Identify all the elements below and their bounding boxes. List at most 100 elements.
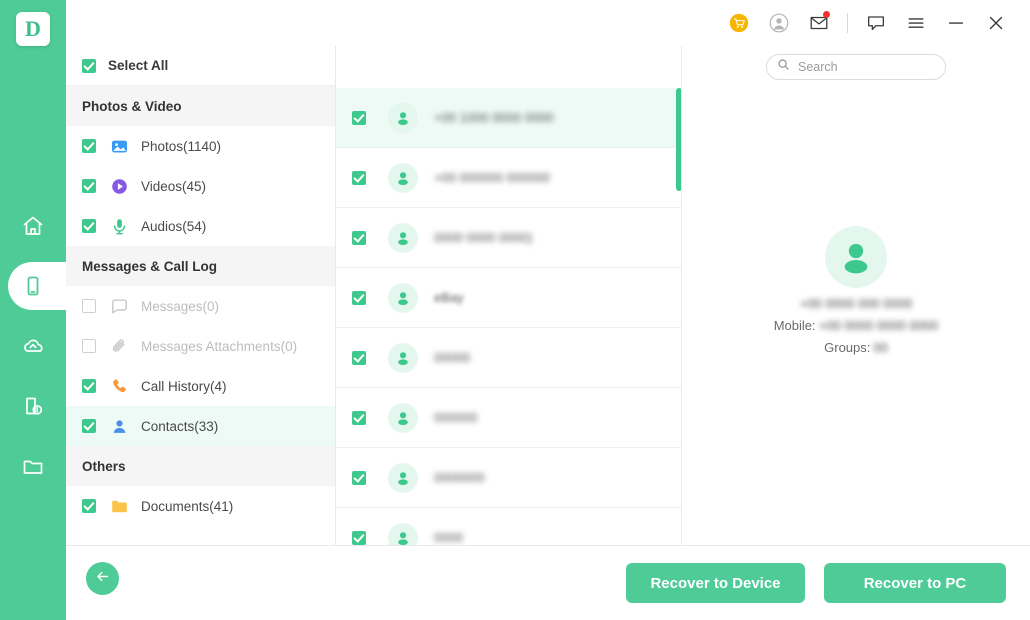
sidebar-item-label: Photos(1140)	[141, 138, 222, 154]
select-all-checkbox[interactable]	[82, 58, 96, 73]
account-icon[interactable]	[759, 3, 799, 43]
documents-icon	[109, 496, 129, 516]
sidebar-item-label: Contacts(33)	[141, 418, 219, 434]
sidebar-item-label: Videos(45)	[141, 178, 207, 194]
avatar	[388, 222, 418, 253]
row-checkbox[interactable]	[352, 530, 366, 545]
avatar	[388, 522, 418, 545]
sidebar-item-videos[interactable]: Videos(45)	[66, 166, 335, 206]
menu-icon[interactable]	[896, 3, 936, 43]
left-nav-rail: D	[0, 0, 74, 620]
sidebar-item-documents[interactable]: Documents(41)	[66, 486, 335, 526]
rail-item-cloud[interactable]	[0, 316, 66, 376]
row-checkbox[interactable]	[352, 410, 366, 425]
messages-checkbox[interactable]	[82, 299, 96, 313]
sidebar-item-messages[interactable]: Messages(0)	[66, 286, 335, 326]
rail-nav-list	[0, 196, 74, 496]
groups-label: Groups:	[824, 340, 871, 355]
select-all-row[interactable]: Select All	[66, 46, 335, 86]
group-header-others: Others	[66, 446, 335, 486]
sidebar-item-label: Messages(0)	[141, 298, 220, 314]
row-checkbox[interactable]	[352, 230, 366, 245]
row-checkbox[interactable]	[352, 470, 366, 485]
recover-to-pc-button[interactable]: Recover to PC	[824, 563, 1006, 603]
row-checkbox[interactable]	[352, 110, 366, 125]
table-row[interactable]: 00000	[336, 328, 681, 388]
contacts-checkbox[interactable]	[82, 419, 96, 433]
mobile-label: Mobile:	[773, 318, 816, 333]
avatar	[388, 102, 418, 133]
contact-list: +00 1000 0000 0000 +00 000000 000000 000…	[336, 46, 682, 545]
table-row[interactable]: eBay	[336, 268, 681, 328]
contact-detail-title: +00 0000 000 0000	[799, 296, 913, 311]
search-input[interactable]	[798, 60, 928, 74]
footer-bar: Recover to Device Recover to PC	[66, 545, 1030, 620]
audios-icon	[109, 216, 129, 236]
app-logo-letter: D	[25, 16, 41, 41]
contact-name: 0000 0000 0000)	[434, 230, 533, 245]
sidebar-item-contacts[interactable]: Contacts(33)	[66, 406, 335, 446]
mail-badge-dot	[823, 11, 830, 18]
close-icon[interactable]	[976, 3, 1016, 43]
contact-name: 0000000	[434, 470, 485, 485]
rail-item-broken-device[interactable]	[0, 376, 66, 436]
cart-icon[interactable]	[719, 3, 759, 43]
contact-detail-mobile: Mobile: +00 0000 0000 0000	[774, 318, 939, 333]
call-history-checkbox[interactable]	[82, 379, 96, 393]
sidebar-item-messages-attachments[interactable]: Messages Attachments(0)	[66, 326, 335, 366]
mail-icon[interactable]	[799, 3, 839, 43]
folder-icon	[21, 454, 45, 478]
title-bar-divider	[847, 13, 848, 33]
table-row[interactable]: 0000000	[336, 448, 681, 508]
home-icon	[21, 214, 45, 238]
contact-name: eBay	[434, 290, 464, 305]
avatar	[388, 282, 418, 313]
sidebar-item-photos[interactable]: Photos(1140)	[66, 126, 335, 166]
feedback-icon[interactable]	[856, 3, 896, 43]
row-checkbox[interactable]	[352, 290, 366, 305]
app-logo: D	[16, 12, 50, 46]
sidebar-item-label: Audios(54)	[141, 218, 207, 234]
rail-item-device[interactable]	[0, 256, 74, 316]
messages-icon	[109, 296, 129, 316]
table-row[interactable]: 000000	[336, 388, 681, 448]
row-checkbox[interactable]	[352, 350, 366, 365]
avatar	[388, 402, 418, 433]
sidebar-item-audios[interactable]: Audios(54)	[66, 206, 335, 246]
videos-icon	[109, 176, 129, 196]
table-row[interactable]: +00 000000 000000	[336, 148, 681, 208]
sidebar-item-label: Documents(41)	[141, 498, 234, 514]
contact-name: 000000	[434, 410, 478, 425]
table-row[interactable]: 0000 0000 0000)	[336, 208, 681, 268]
table-row[interactable]: +00 1000 0000 0000	[336, 88, 681, 148]
call-history-icon	[109, 376, 129, 396]
search-icon	[777, 58, 790, 76]
device-icon	[21, 274, 45, 298]
row-checkbox[interactable]	[352, 170, 366, 185]
videos-checkbox[interactable]	[82, 179, 96, 193]
title-bar-actions	[719, 3, 1030, 43]
app-window: D Select All Photos & Video Photos(1140)…	[0, 0, 1030, 620]
title-bar	[66, 0, 1030, 46]
audios-checkbox[interactable]	[82, 219, 96, 233]
photos-icon	[109, 136, 129, 156]
contact-detail-pane: +00 0000 000 0000 Mobile: +00 0000 0000 …	[682, 46, 1030, 545]
rail-item-home[interactable]	[0, 196, 66, 256]
search-box[interactable]	[766, 54, 946, 80]
recover-to-device-button[interactable]: Recover to Device	[626, 563, 805, 603]
back-button[interactable]	[86, 562, 119, 595]
avatar	[388, 162, 418, 193]
mobile-value: +00 0000 0000 0000	[818, 318, 939, 333]
messages-attachments-checkbox[interactable]	[82, 339, 96, 353]
minimize-icon[interactable]	[936, 3, 976, 43]
avatar	[388, 342, 418, 373]
category-sidebar: Select All Photos & Video Photos(1140) V…	[66, 46, 336, 545]
rail-item-folder[interactable]	[0, 436, 66, 496]
table-row[interactable]: 0000	[336, 508, 681, 545]
sidebar-item-call-history[interactable]: Call History(4)	[66, 366, 335, 406]
contact-avatar-icon	[825, 226, 887, 288]
select-all-label: Select All	[108, 58, 169, 73]
photos-checkbox[interactable]	[82, 139, 96, 153]
contact-name: 0000	[434, 530, 463, 545]
documents-checkbox[interactable]	[82, 499, 96, 513]
